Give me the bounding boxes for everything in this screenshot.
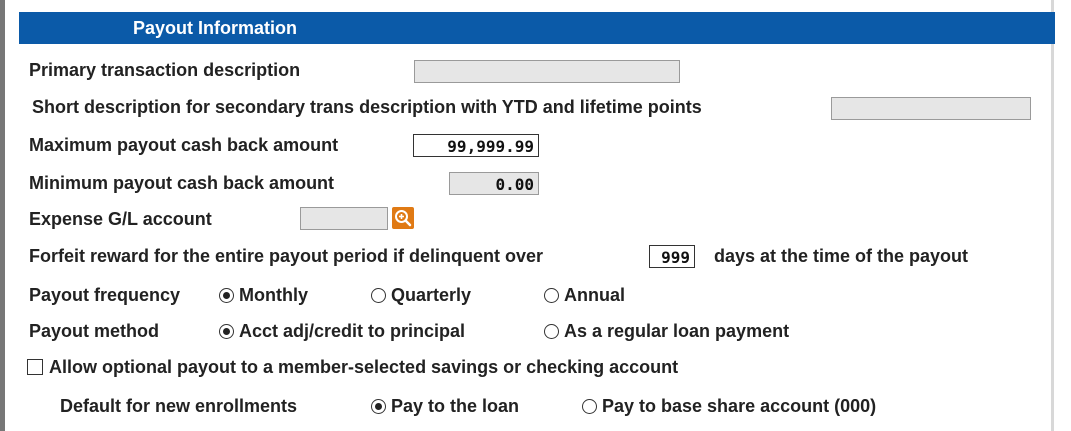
- radio-quarterly[interactable]: [371, 288, 386, 303]
- short-desc-input[interactable]: [831, 97, 1031, 120]
- radio-pay-to-base-share[interactable]: [582, 399, 597, 414]
- section-title: Payout Information: [133, 18, 298, 38]
- forfeit-days-input[interactable]: 999: [649, 245, 695, 268]
- optional-payout-checkbox[interactable]: [27, 359, 43, 375]
- radio-pay-to-loan[interactable]: [371, 399, 386, 414]
- radio-regular-loan-payment[interactable]: [544, 324, 559, 339]
- radio-quarterly-label[interactable]: Quarterly: [391, 285, 471, 306]
- radio-acct-adj[interactable]: [219, 324, 234, 339]
- default-enrollments-label: Default for new enrollments: [60, 396, 298, 416]
- radio-monthly[interactable]: [219, 288, 234, 303]
- expense-gl-input[interactable]: [300, 207, 388, 230]
- radio-monthly-label[interactable]: Monthly: [239, 285, 308, 306]
- primary-desc-input[interactable]: [414, 60, 680, 83]
- radio-annual[interactable]: [544, 288, 559, 303]
- radio-regular-loan-payment-label[interactable]: As a regular loan payment: [564, 321, 789, 342]
- forfeit-label: Forfeit reward for the entire payout per…: [29, 246, 544, 266]
- payout-method-label: Payout method: [29, 321, 160, 341]
- max-payout-label: Maximum payout cash back amount: [29, 135, 339, 155]
- short-desc-label: Short description for secondary trans de…: [32, 97, 702, 117]
- min-payout-input[interactable]: 0.00: [449, 172, 539, 195]
- payout-frequency-label: Payout frequency: [29, 285, 181, 305]
- radio-annual-label[interactable]: Annual: [564, 285, 625, 306]
- section-header: Payout Information: [19, 12, 1055, 44]
- search-lookup-icon[interactable]: [392, 207, 414, 229]
- forfeit-suffix-label: days at the time of the payout: [714, 246, 969, 266]
- expense-gl-label: Expense G/L account: [29, 209, 212, 229]
- radio-pay-to-base-share-label[interactable]: Pay to base share account (000): [602, 396, 876, 417]
- radio-acct-adj-label[interactable]: Acct adj/credit to principal: [239, 321, 465, 342]
- min-payout-label: Minimum payout cash back amount: [29, 173, 335, 193]
- max-payout-input[interactable]: 99,999.99: [413, 134, 539, 157]
- optional-payout-label[interactable]: Allow optional payout to a member-select…: [49, 357, 678, 378]
- primary-desc-label: Primary transaction description: [29, 60, 301, 80]
- radio-pay-to-loan-label[interactable]: Pay to the loan: [391, 396, 519, 417]
- payout-information-panel: Payout Information Primary transaction d…: [0, 0, 1055, 431]
